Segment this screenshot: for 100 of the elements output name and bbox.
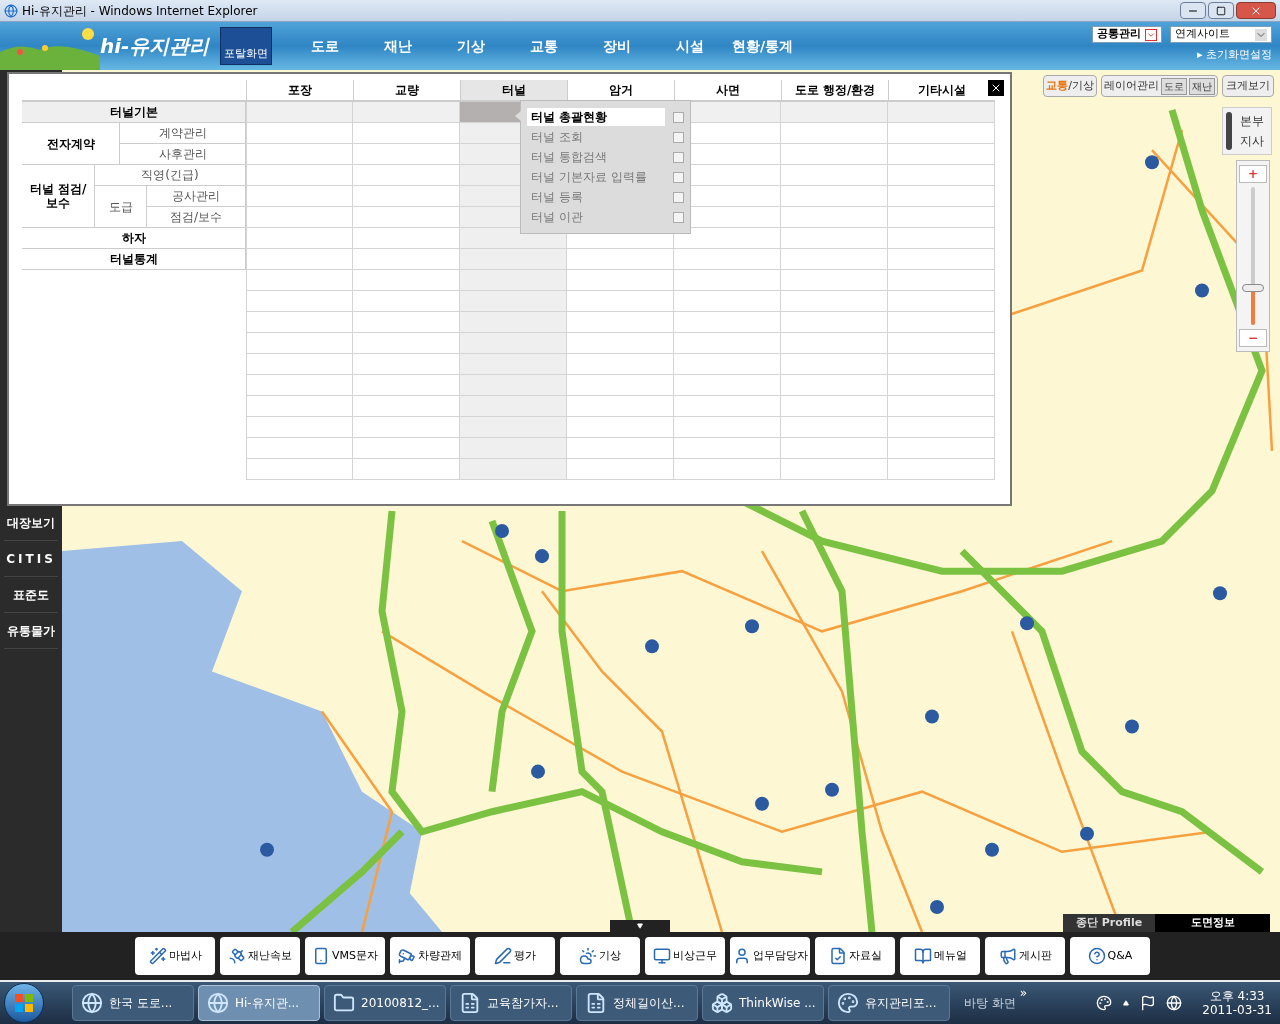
checkbox[interactable]	[673, 111, 684, 123]
sidebar-item[interactable]: CITIS	[4, 541, 58, 577]
toolbar-button[interactable]: 메뉴얼	[900, 937, 980, 975]
mode-option[interactable]: 기상	[1072, 77, 1094, 95]
windows-logo-icon	[14, 993, 34, 1013]
menu-row-label[interactable]: 점검/보수	[147, 207, 246, 228]
menu-row-label[interactable]: 터널통계	[22, 249, 246, 270]
phone-icon	[312, 947, 330, 965]
caret-icon	[1255, 28, 1267, 41]
common-menu-select[interactable]: 공통관리	[1092, 26, 1162, 43]
map-tab[interactable]: 종단 Profile	[1063, 914, 1155, 932]
menu-row-label[interactable]: 공사관리	[147, 186, 246, 207]
show-hidden-icons-icon[interactable]	[1122, 1000, 1131, 1006]
more-toolbar-button[interactable]: »	[1019, 984, 1028, 1002]
menu-row-label[interactable]: 사후관리	[120, 144, 246, 165]
zoom-out-button[interactable]: −	[1239, 329, 1267, 347]
toolbar-button[interactable]: 마법사	[135, 937, 215, 975]
taskbar-button[interactable]: 정체길이산...	[576, 985, 698, 1021]
flag-icon[interactable]	[1140, 995, 1157, 1011]
close-icon	[990, 82, 1002, 94]
column-header[interactable]: 사면	[674, 80, 781, 102]
toolbar-button[interactable]: Q&A	[1070, 937, 1150, 975]
help-icon	[1087, 947, 1106, 965]
book-icon	[913, 947, 932, 965]
nav-menu-item[interactable]: 교통	[507, 35, 580, 57]
column-header[interactable]: 포장	[246, 80, 353, 102]
toolbar-button[interactable]: 업무담당자	[730, 937, 810, 975]
map-tab[interactable]: 도면정보	[1155, 914, 1270, 932]
toolbar-button[interactable]: 게시판	[985, 937, 1065, 975]
zoom-thumb[interactable]	[1242, 283, 1264, 292]
office-option[interactable]: 지사	[1239, 131, 1264, 151]
restore-icon	[1216, 5, 1226, 16]
close-button[interactable]	[988, 80, 1004, 96]
toolbar-button[interactable]: 비상근무	[645, 937, 725, 975]
enlarge-button[interactable]: 크게보기	[1222, 75, 1274, 97]
checkbox[interactable]	[673, 171, 684, 183]
menu-row-label[interactable]: 도급	[95, 186, 147, 228]
minimize-button[interactable]	[1180, 2, 1206, 19]
menu-row-label[interactable]: 하자	[22, 228, 246, 249]
office-option[interactable]: 본부	[1239, 111, 1264, 131]
toolbar-button[interactable]: VMS문자	[305, 937, 385, 975]
menu-row-label[interactable]: 터널 점검/보수	[22, 165, 95, 228]
tray-app-icon[interactable]	[1096, 995, 1113, 1011]
megaphone-icon	[998, 947, 1017, 965]
checkbox[interactable]	[673, 131, 684, 143]
taskbar-button[interactable]: 20100812_...	[324, 985, 446, 1021]
restore-button[interactable]	[1208, 2, 1234, 19]
taskbar-button[interactable]: ThinkWise ...	[702, 985, 824, 1021]
checkbox[interactable]	[673, 211, 684, 223]
menu-row-label[interactable]: 직영(긴급)	[95, 165, 246, 186]
column-header[interactable]: 기타시설	[888, 80, 995, 102]
spreadsheet-icon	[459, 992, 481, 1014]
toolbar-button[interactable]: 평가	[475, 937, 555, 975]
clock-time: 오후 4:33	[1209, 989, 1265, 1003]
dropdown-item[interactable]: 터널 총괄현황	[527, 108, 665, 126]
layer-manage-button[interactable]: 레이어관리	[1104, 77, 1159, 95]
taskbar-button[interactable]: 교육참가자...	[450, 985, 572, 1021]
network-icon[interactable]	[1166, 995, 1183, 1011]
links-select[interactable]: 연계사이트	[1170, 26, 1272, 43]
spreadsheet-icon	[585, 992, 607, 1014]
zoom-in-button[interactable]: +	[1239, 165, 1267, 183]
column-header[interactable]: 터널	[460, 80, 567, 102]
logo-text: hi-유지관리	[100, 33, 211, 60]
checkbox[interactable]	[673, 151, 684, 163]
cloud-sun-icon	[579, 947, 597, 965]
start-button[interactable]	[4, 983, 44, 1023]
menu-row-label[interactable]: 터널기본	[22, 102, 246, 123]
checkbox[interactable]	[673, 191, 684, 203]
cubes-icon	[711, 992, 733, 1014]
collapse-tab[interactable]	[610, 920, 670, 932]
separator-text: /	[1068, 77, 1072, 94]
nav-menu-item[interactable]: 재난	[361, 35, 434, 57]
satellite-icon	[228, 947, 246, 965]
handle-icon[interactable]	[1226, 112, 1232, 150]
sidebar-item[interactable]: 유통물가	[4, 613, 58, 649]
down-arrow-icon	[636, 923, 644, 929]
dropdown-item[interactable]: 터널 이관	[527, 208, 665, 226]
nav-menu-item[interactable]: 장비	[580, 35, 653, 57]
toolbar-button[interactable]: 차량관제	[390, 937, 470, 975]
sidebar-item[interactable]: 표준도	[4, 577, 58, 613]
toolbar-button[interactable]: 기상	[560, 937, 640, 975]
column-header[interactable]: 교량	[353, 80, 460, 102]
layer-option-button[interactable]: 재난	[1189, 77, 1215, 95]
dropdown-item[interactable]: 터널 조회	[527, 128, 665, 146]
palette-icon	[837, 992, 859, 1014]
nav-menu-item[interactable]: 시설	[653, 35, 726, 57]
toolbar-button[interactable]: 재난속보	[220, 937, 300, 975]
column-header[interactable]: 도로 행정/환경	[781, 80, 888, 102]
mode-toggle[interactable]: 교통/기상	[1043, 75, 1097, 97]
window-title: Hi-유지관리 - Windows Internet Explorer	[22, 2, 258, 20]
nav-menu-item[interactable]: 도로	[288, 35, 361, 57]
taskbar-button[interactable]: 유지관리포...	[828, 985, 950, 1021]
toolbar-button[interactable]: 자료실	[815, 937, 895, 975]
nav-menu-item[interactable]: 기상	[434, 35, 507, 57]
nav-menu-item[interactable]: 현황/통계	[726, 35, 799, 57]
taskbar-button[interactable]: 한국 도로...	[72, 985, 194, 1021]
portal-button[interactable]: 포탈화면	[220, 27, 272, 65]
layer-option-button[interactable]: 도로	[1161, 77, 1187, 95]
menu-row-label[interactable]: 전자계약	[22, 123, 120, 165]
menu-row-label[interactable]: 계약관리	[120, 123, 246, 144]
